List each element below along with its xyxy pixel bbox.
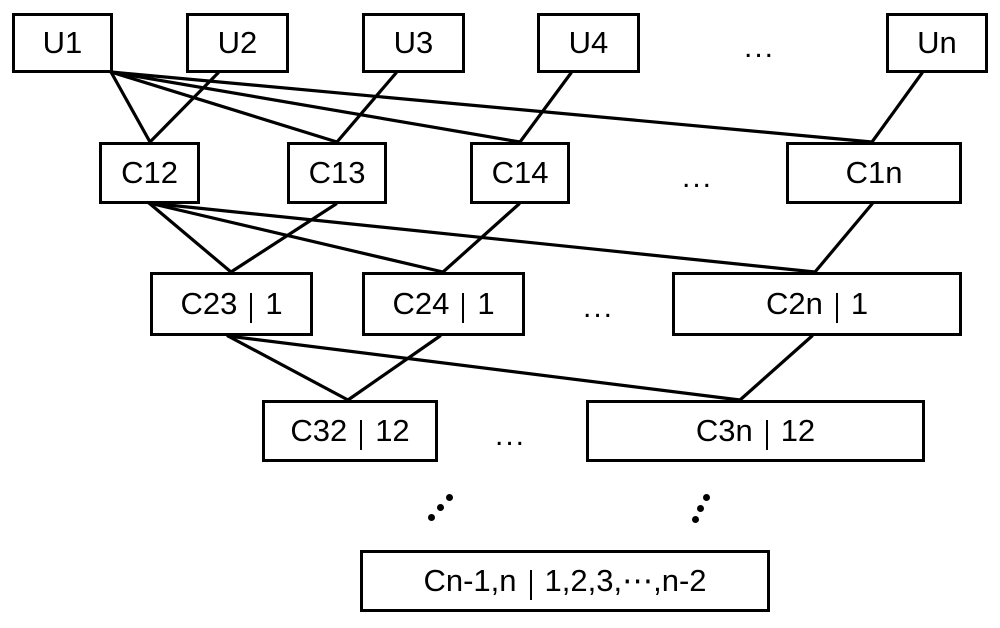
ellipsis-level-c3: ...: [495, 419, 527, 452]
node-c3n-condition: 12: [780, 413, 816, 448]
node-c24-label: C24: [392, 286, 450, 321]
ellipsis-level-u: ...: [744, 31, 776, 64]
vertical-dots-right: [692, 492, 714, 526]
node-c32-condition: 12: [375, 413, 410, 448]
edge-u3-c13: [335, 71, 398, 144]
edge-c2n-c3n: [738, 334, 814, 402]
node-c12[interactable]: C12: [99, 142, 200, 204]
node-c1n[interactable]: C1n: [786, 142, 962, 204]
edge-c24-c32: [346, 334, 442, 402]
node-u2-label: U2: [217, 25, 258, 60]
node-u1[interactable]: U1: [12, 13, 113, 73]
node-c23-separator: [250, 293, 253, 323]
node-c23[interactable]: C23 1: [150, 272, 313, 336]
node-final-label: Cn-1,n: [423, 563, 517, 598]
edge-c14-c24: [441, 202, 521, 274]
edge-un-c1n: [870, 71, 924, 144]
node-c24[interactable]: C24 1: [362, 272, 525, 336]
node-final[interactable]: Cn-1,n 1,2,3,⋯,n-2: [360, 550, 770, 612]
node-c2n-condition: 1: [850, 286, 869, 321]
node-c2n-separator: [835, 293, 838, 323]
node-c1n-label: C1n: [845, 155, 903, 190]
ellipsis-level-c1: ...: [682, 161, 714, 194]
node-c14-label: C14: [491, 155, 549, 190]
node-c23-condition: 1: [265, 286, 283, 321]
node-c12-label: C12: [121, 155, 178, 190]
node-c13-label: C13: [308, 155, 366, 190]
node-un-label: Un: [917, 25, 957, 60]
node-c32-label: C32: [290, 413, 348, 448]
node-final-condition: 1,2,3,⋯,n-2: [544, 563, 707, 598]
node-c24-separator: [462, 293, 465, 323]
node-final-separator: [529, 570, 532, 600]
node-u3-label: U3: [393, 25, 434, 60]
vertical-dots-left: [428, 492, 456, 526]
node-c3n-label: C3n: [695, 413, 753, 448]
node-un[interactable]: Un: [886, 13, 988, 73]
node-c23-label: C23: [180, 286, 238, 321]
node-c32[interactable]: C32 12: [262, 400, 438, 462]
node-c3n[interactable]: C3n 12: [586, 400, 925, 462]
node-u4-label: U4: [568, 25, 609, 60]
edge-c23-c32: [226, 334, 350, 402]
diagram-canvas: U1 U2 U3 U4 ... Un C12 C13 C14 ... C1n C…: [0, 0, 1000, 628]
edge-c23-c3n: [226, 334, 742, 402]
node-c2n-label: C2n: [765, 286, 823, 321]
node-c24-condition: 1: [477, 286, 495, 321]
ellipsis-level-c2: ...: [583, 291, 615, 324]
edge-u1-c14: [109, 70, 522, 144]
node-u3[interactable]: U3: [362, 13, 465, 73]
node-c3n-separator: [765, 420, 768, 450]
node-c13[interactable]: C13: [287, 142, 387, 204]
node-u1-label: U1: [42, 25, 83, 60]
node-u2[interactable]: U2: [186, 13, 289, 73]
node-c32-separator: [360, 420, 363, 450]
edge-c1n-c2n: [813, 202, 874, 274]
edge-u4-c14: [518, 71, 573, 144]
node-u4[interactable]: U4: [537, 13, 640, 73]
node-c2n[interactable]: C2n 1: [672, 272, 962, 336]
node-c14[interactable]: C14: [470, 142, 570, 204]
edge-c12-c24: [147, 201, 445, 274]
